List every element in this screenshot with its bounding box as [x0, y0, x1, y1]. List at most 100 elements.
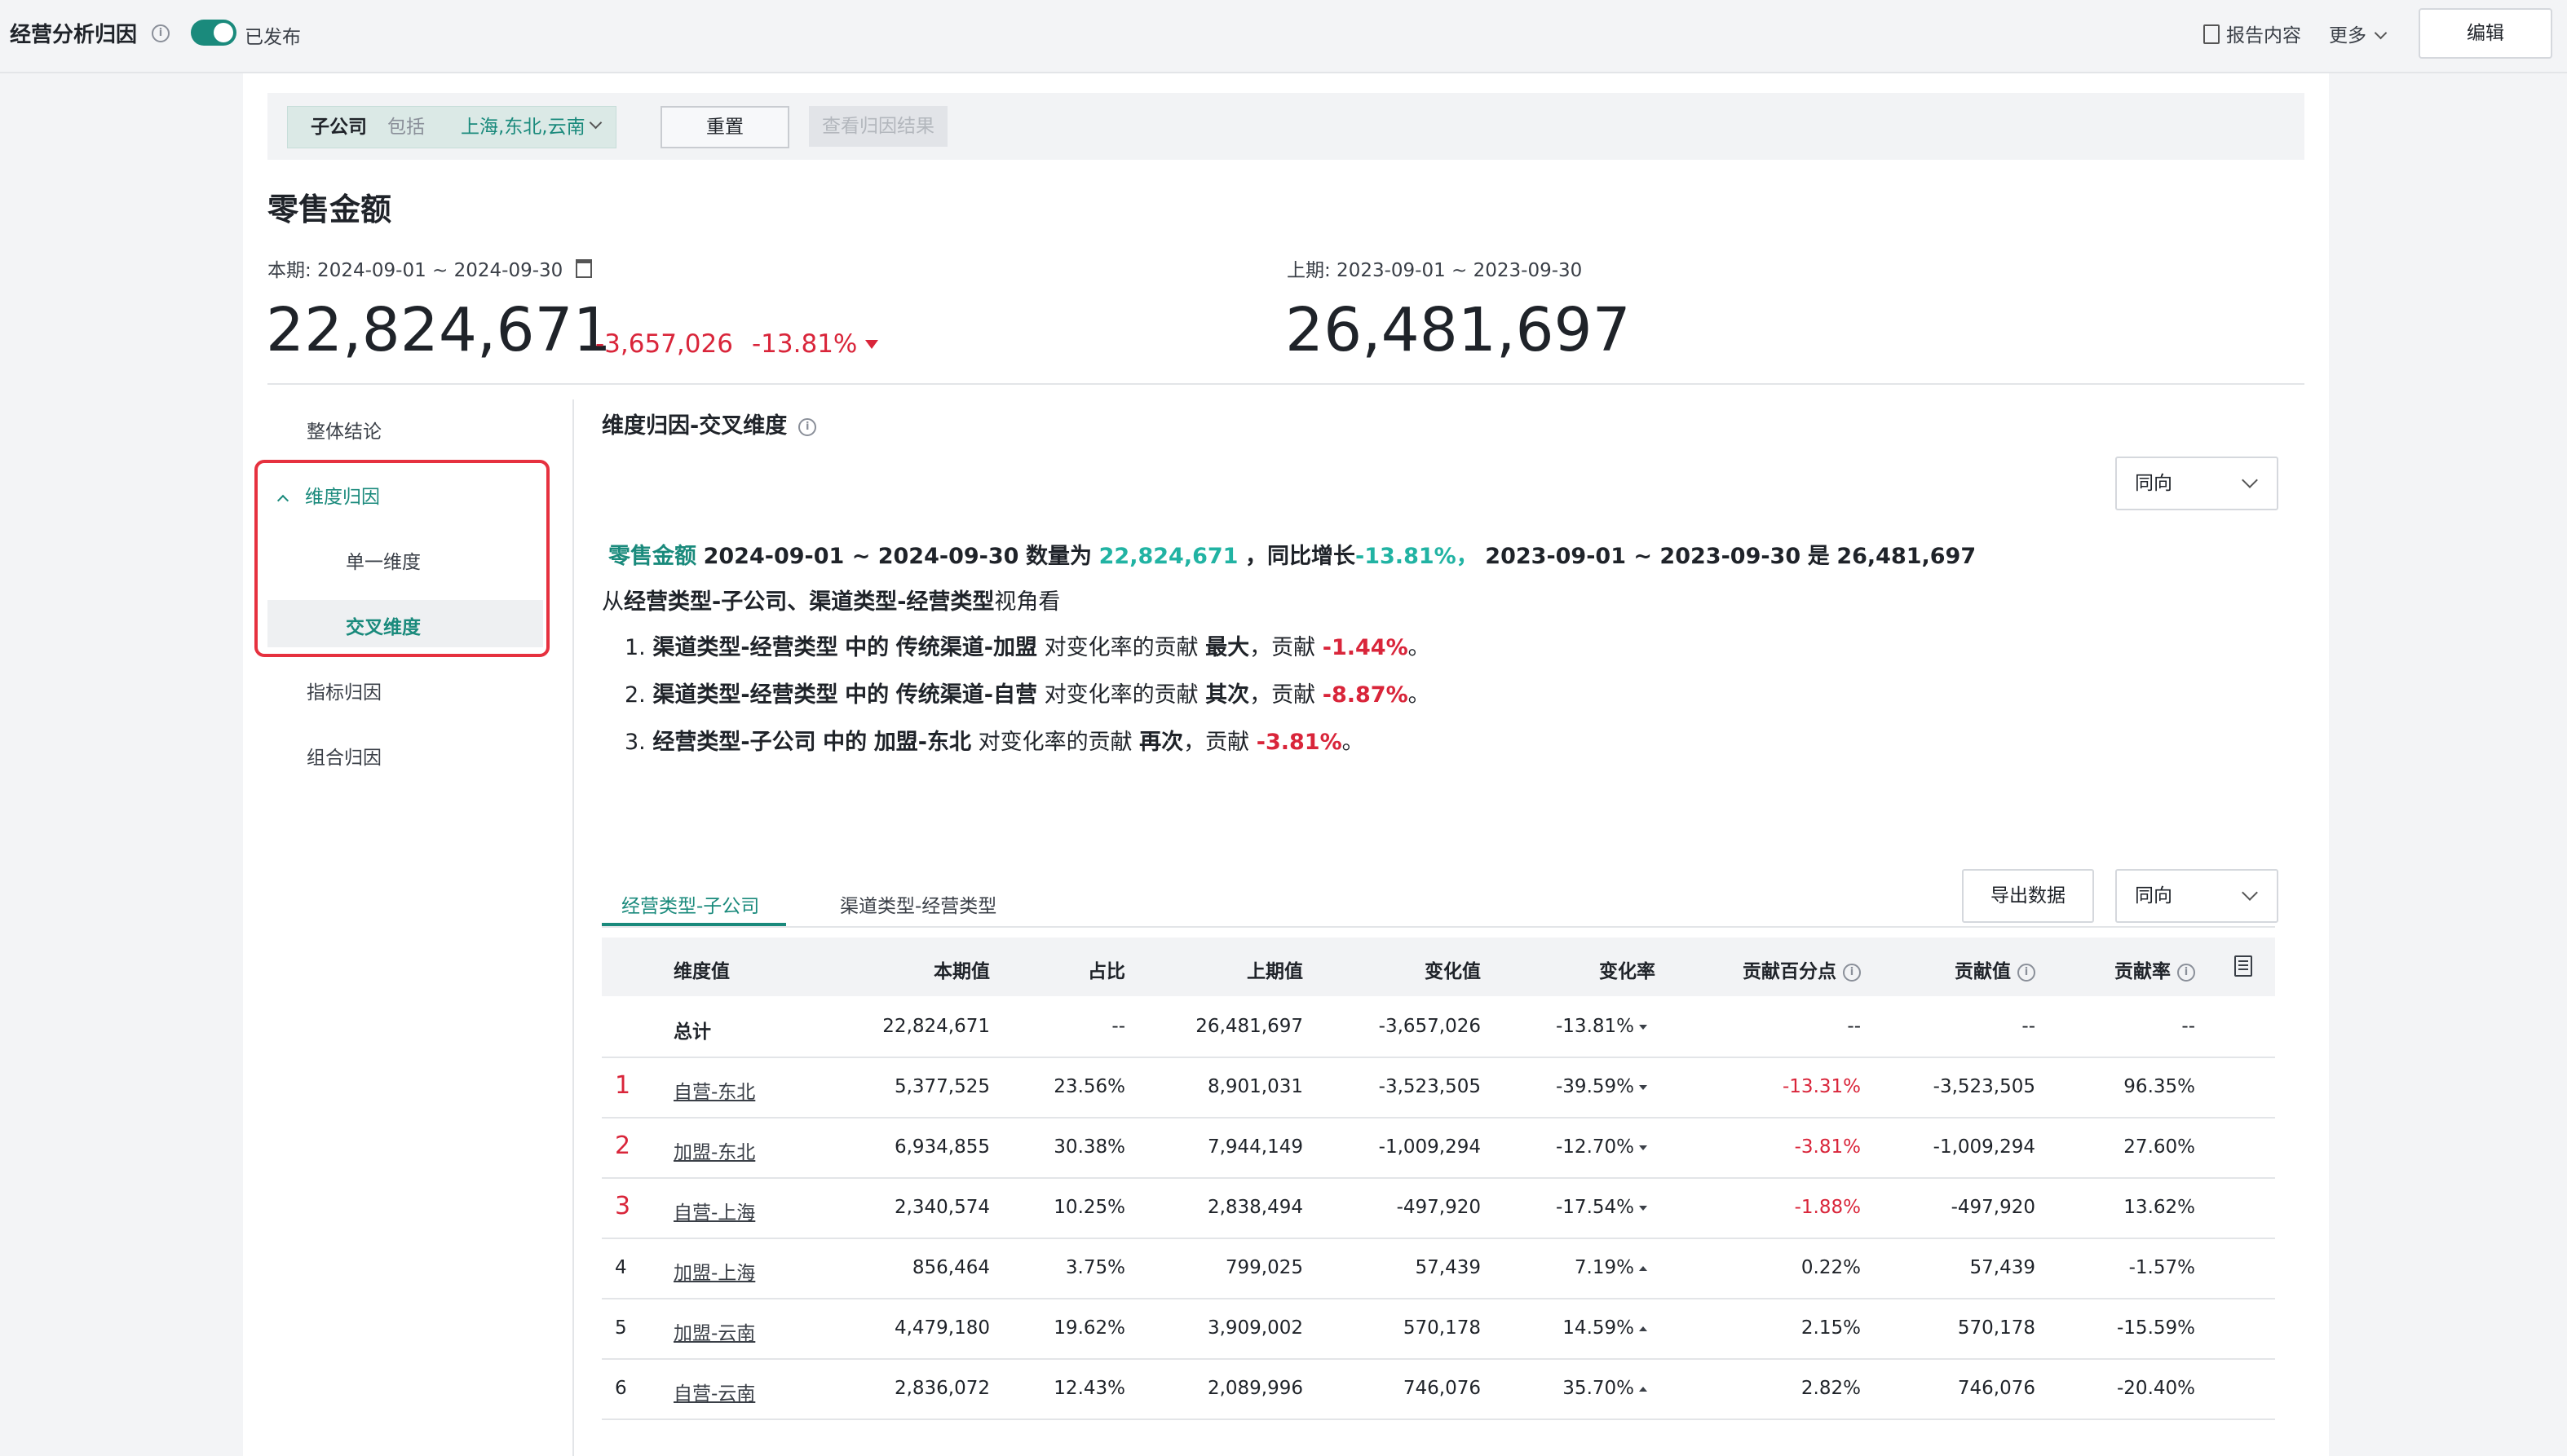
th-dimension[interactable]: 维度值: [674, 955, 730, 983]
th-share[interactable]: 占比: [1088, 955, 1125, 983]
cell-rate-text: 14.59%: [1562, 1317, 1634, 1339]
view-result-button[interactable]: 查看归因结果: [809, 106, 948, 147]
table-row: 2 加盟-东北 6,934,855 30.38% 7,944,149 -1,009,294…: [602, 1117, 2275, 1179]
cell-contrib-value: -3,523,505: [1933, 1076, 2035, 1097]
cell-current: 856,464: [912, 1257, 990, 1278]
cell-share: 3.75%: [1065, 1257, 1125, 1278]
cell-dimension-link[interactable]: 加盟-上海: [674, 1257, 755, 1285]
reset-button[interactable]: 重置: [661, 106, 789, 148]
info-icon[interactable]: i: [2017, 963, 2035, 982]
table-row: 1 自营-东北 5,377,525 23.56% 8,901,031 -3,523,505…: [602, 1057, 2275, 1118]
current-period: 本期: 2024-09-01 ~ 2024-09-30: [267, 254, 593, 282]
summary-yoy: -13.81%: [1355, 544, 1456, 569]
cell-previous: 2,838,494: [1207, 1197, 1303, 1218]
rank-contrib-label: ，贡献: [1249, 682, 1316, 708]
rank-line: 2. 渠道类型-经营类型 中的 传统渠道-自营 对变化率的贡献 其次，贡献 -8…: [625, 677, 1430, 708]
cell-delta: -3,657,026: [1378, 1016, 1481, 1037]
cell-dimension-link[interactable]: 自营-东北: [674, 1076, 755, 1104]
th-contrib-rate[interactable]: 贡献率 i: [2114, 955, 2195, 983]
th-contrib-value[interactable]: 贡献值 i: [1955, 955, 2035, 983]
filter-chip[interactable]: 子公司 包括 上海,东北,云南: [287, 106, 616, 148]
rank-dim: 经营类型-子公司: [652, 730, 816, 755]
th-contrib-pp[interactable]: 贡献百分点 i: [1743, 955, 1861, 983]
rank-dim: 渠道类型-经营类型: [652, 635, 838, 660]
cell-dimension-link[interactable]: 自营-上海: [674, 1197, 755, 1224]
summary-qty-label: 数量为: [1026, 544, 1093, 569]
th-current[interactable]: 本期值: [934, 955, 990, 983]
delta-percent: -13.81%: [752, 329, 879, 359]
rank-value: 传统渠道-自营: [895, 682, 1037, 708]
info-icon[interactable]: i: [2177, 963, 2195, 982]
cell-previous: 3,909,002: [1207, 1317, 1303, 1339]
table-row: 6 自营-云南 2,836,072 12.43% 2,089,996 746,076 35.…: [602, 1358, 2275, 1420]
vertical-divider: [572, 399, 574, 1456]
table-row: 5 加盟-云南 4,479,180 19.62% 3,909,002 570,178 14.…: [602, 1298, 2275, 1360]
tab-business-subsidiary[interactable]: 经营类型-子公司: [621, 890, 759, 918]
direction-select[interactable]: 同向: [2115, 457, 2278, 510]
current-value: 22,824,671: [266, 295, 612, 365]
cell-rate-text: 35.70%: [1562, 1378, 1634, 1399]
cell-rate: -39.59%: [1556, 1076, 1647, 1097]
th-previous[interactable]: 上期值: [1247, 955, 1303, 983]
rank-mid: 中的: [845, 635, 890, 660]
calendar-icon[interactable]: [576, 259, 593, 278]
tab-channel-business[interactable]: 渠道类型-经营类型: [840, 890, 996, 918]
table-direction-select[interactable]: 同向: [2115, 869, 2278, 923]
nav-item-overall[interactable]: 整体结论: [307, 416, 382, 443]
report-content-link[interactable]: 报告内容: [2203, 20, 2301, 47]
cell-contrib-pp: 2.82%: [1800, 1378, 1861, 1399]
rank-text: 对变化率的贡献: [978, 730, 1133, 755]
rank-contrib: -3.81%: [1256, 730, 1342, 755]
previous-period: 上期: 2023-09-01 ~ 2023-09-30: [1287, 260, 1583, 281]
cell-contrib-rate: -20.40%: [2117, 1378, 2195, 1399]
column-settings-icon[interactable]: [2234, 955, 2252, 977]
edit-button[interactable]: 编辑: [2419, 8, 2552, 59]
cell-share: 30.38%: [1054, 1136, 1125, 1158]
cell-dimension-link[interactable]: 加盟-东北: [674, 1136, 755, 1164]
cell-previous: 7,944,149: [1207, 1136, 1303, 1158]
summary-prev-period: 2023-09-01 ~ 2023-09-30: [1485, 544, 1801, 569]
cell-contrib-value: -497,920: [1951, 1197, 2035, 1218]
info-icon[interactable]: i: [152, 24, 170, 42]
export-data-button[interactable]: 导出数据: [1962, 869, 2094, 923]
cell-dimension-link[interactable]: 自营-云南: [674, 1378, 755, 1405]
summary-metric: 零售金额: [608, 544, 696, 569]
rank-value: 传统渠道-加盟: [895, 635, 1037, 660]
cell-contrib-pp: --: [1847, 1016, 1861, 1037]
more-label: 更多: [2329, 25, 2366, 46]
cell-dimension-link[interactable]: 加盟-云南: [674, 1317, 755, 1345]
summary-value: 22,824,671: [1098, 544, 1239, 569]
info-icon[interactable]: i: [798, 417, 817, 436]
rank-dim: 渠道类型-经营类型: [652, 682, 838, 708]
cell-contrib-value: 570,178: [1957, 1317, 2035, 1339]
cell-current: 5,377,525: [894, 1076, 990, 1097]
cell-delta: -497,920: [1396, 1197, 1481, 1218]
main-panel: 子公司 包括 上海,东北,云南 重置 查看归因结果 零售金额 本期: 2024-…: [243, 73, 2329, 1456]
info-icon[interactable]: i: [1843, 963, 1861, 982]
cell-contrib-pp: -13.31%: [1783, 1076, 1861, 1097]
cell-contrib-value: --: [2021, 1016, 2035, 1037]
perspective-prefix: 从: [602, 589, 624, 615]
section-title: 维度归因-交叉维度 i: [602, 408, 817, 439]
more-menu[interactable]: 更多: [2329, 20, 2388, 47]
delta-absolute: -3,657,026: [595, 329, 733, 359]
filter-bar: 子公司 包括 上海,东北,云南 重置 查看归因结果: [267, 93, 2304, 160]
cell-current: 4,479,180: [894, 1317, 990, 1339]
rank-contrib: -1.44%: [1322, 635, 1408, 660]
summary-sep: ，: [1456, 544, 1478, 569]
current-period-text: 本期: 2024-09-01 ~ 2024-09-30: [267, 260, 563, 281]
publish-toggle[interactable]: [191, 20, 236, 46]
tab-underline: [602, 923, 786, 926]
th-delta[interactable]: 变化值: [1425, 955, 1481, 983]
cell-rate-text: -17.54%: [1556, 1197, 1634, 1218]
summary-line: 零售金额 2024-09-01 ~ 2024-09-30 数量为 22,824,…: [608, 538, 1976, 570]
perspective-suffix: 视角看: [994, 589, 1061, 615]
cell-contrib-value: -1,009,294: [1933, 1136, 2035, 1158]
cell-contrib-rate: 13.62%: [2123, 1197, 2195, 1218]
filter-include-label: 包括: [387, 117, 425, 138]
cell-previous: 8,901,031: [1207, 1076, 1303, 1097]
th-rate[interactable]: 变化率: [1599, 955, 1655, 983]
nav-item-indicator[interactable]: 指标归因: [307, 677, 382, 704]
nav-item-combo[interactable]: 组合归因: [307, 742, 382, 770]
cell-rate: -13.81%: [1556, 1016, 1647, 1037]
